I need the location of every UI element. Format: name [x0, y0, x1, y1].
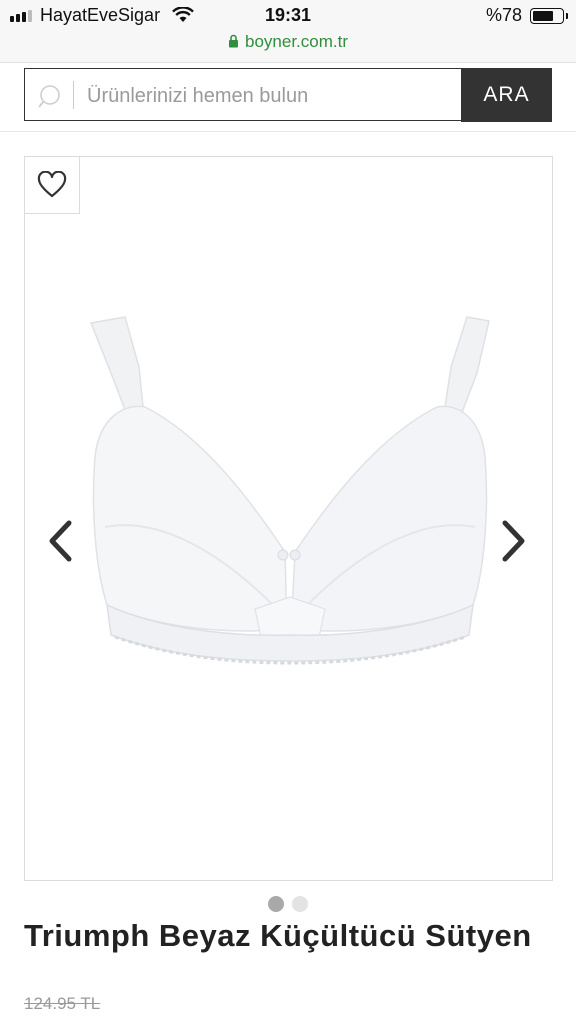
- heart-outline-icon: [37, 171, 67, 198]
- search-bar: ARA: [24, 68, 552, 122]
- status-bar: HayatEveSigar 19:31 %78 boyner.com.tr: [0, 0, 576, 63]
- header-divider: [0, 131, 576, 132]
- product-gallery[interactable]: [24, 156, 553, 881]
- search-icon: [38, 85, 60, 108]
- search-button[interactable]: ARA: [461, 68, 552, 122]
- url-text: boyner.com.tr: [245, 32, 348, 51]
- product-image: [89, 316, 490, 665]
- search-divider: [73, 81, 74, 109]
- chevron-left-icon: [49, 520, 72, 562]
- product-title: Triumph Beyaz Küçültücü Sütyen: [24, 918, 532, 953]
- lock-icon: [229, 34, 238, 48]
- battery-cap: [566, 13, 568, 19]
- battery-level-fill: [533, 11, 553, 21]
- battery-percent: %78: [485, 5, 522, 25]
- chevron-right-icon: [502, 520, 525, 562]
- pagination-dot[interactable]: [268, 896, 284, 912]
- pagination-dot[interactable]: [292, 896, 308, 912]
- address-bar[interactable]: boyner.com.tr: [0, 32, 576, 52]
- battery-icon: [530, 8, 564, 24]
- previous-image-button[interactable]: [45, 517, 75, 565]
- image-pagination: [0, 896, 576, 912]
- search-input[interactable]: [85, 77, 459, 115]
- old-price: 124.95 TL: [24, 994, 101, 1013]
- next-image-button[interactable]: [499, 517, 529, 565]
- add-to-favorites-button[interactable]: [25, 157, 80, 214]
- search-field-container[interactable]: [24, 68, 461, 121]
